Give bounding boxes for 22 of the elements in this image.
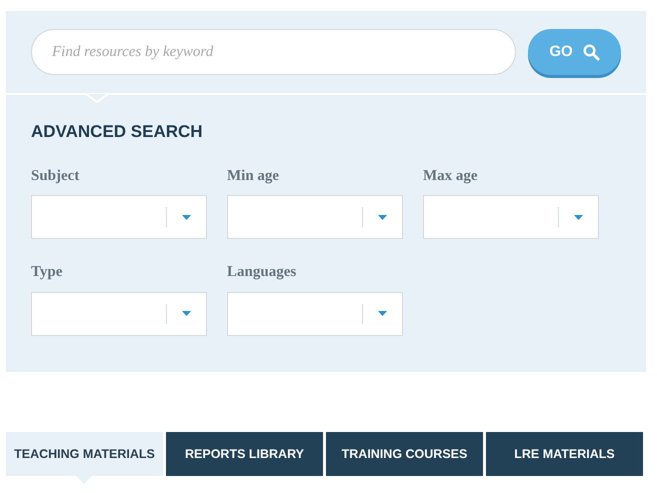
field-label: Languages [227, 263, 298, 282]
tab[interactable]: LRE MATERIALS [486, 432, 643, 476]
caret-icon [182, 214, 191, 220]
tab[interactable]: TEACHING MATERIALS [6, 432, 163, 476]
dropdown[interactable] [227, 292, 403, 336]
dropdown[interactable] [31, 195, 207, 239]
field-label: Max age [423, 166, 479, 186]
search-field[interactable]: Find resources by keyword [31, 29, 516, 75]
section-title: ADVANCED SEARCH [31, 121, 204, 143]
caret-icon [378, 311, 387, 316]
field-label: Subject [31, 166, 80, 186]
dropdown[interactable] [31, 292, 207, 336]
dropdown[interactable] [423, 195, 599, 239]
caret-icon [182, 311, 191, 316]
tab[interactable]: TRAINING COURSES [326, 432, 483, 476]
field-label: Type [31, 263, 64, 282]
dropdown[interactable] [227, 195, 403, 239]
caret-icon [378, 214, 387, 220]
caret-icon [574, 214, 583, 220]
field-label: Min age [227, 166, 280, 186]
tab[interactable]: REPORTS LIBRARY [166, 432, 323, 476]
search-icon [582, 44, 600, 60]
